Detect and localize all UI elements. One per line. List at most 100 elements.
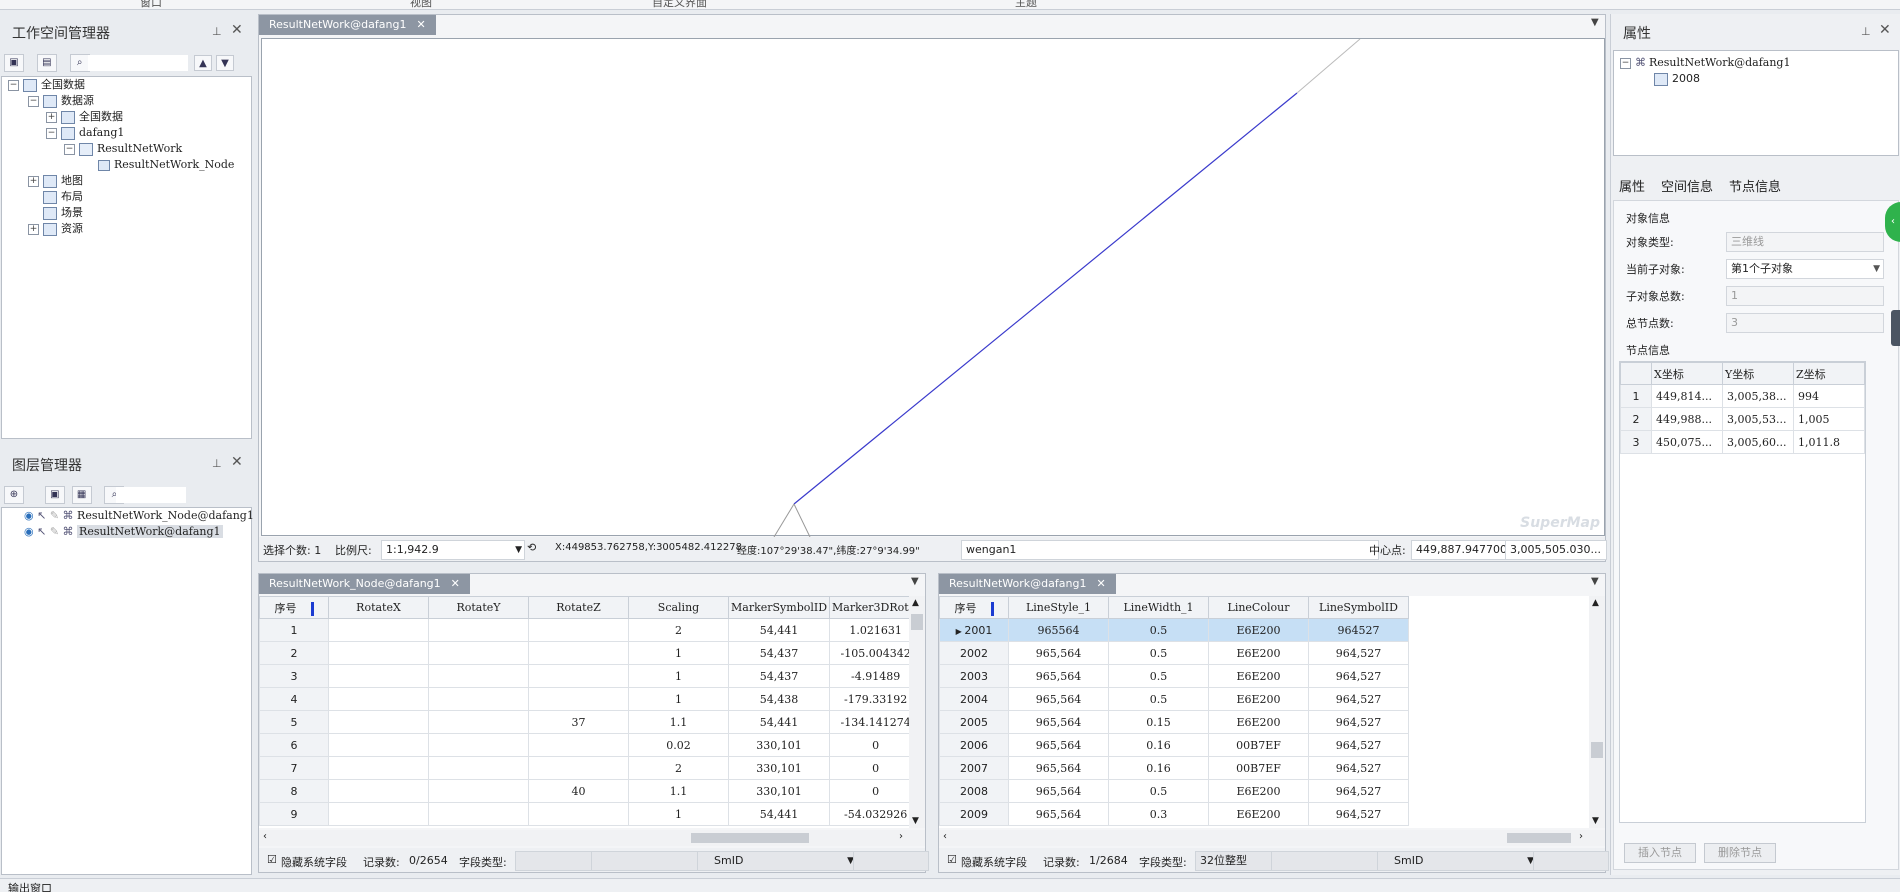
pin-icon[interactable]: ⊥: [1861, 25, 1871, 38]
row-number-cell[interactable]: 1: [1620, 384, 1652, 408]
tab-attributes[interactable]: 属性: [1619, 176, 1645, 195]
layer-group-icon[interactable]: ▦: [71, 486, 92, 504]
table-cell[interactable]: 0.5: [1108, 641, 1209, 665]
table-row[interactable]: 3 450,075... 3,005,60... 1,011.8: [1620, 430, 1865, 454]
selectable-icon[interactable]: ↖: [37, 509, 46, 522]
selectable-icon[interactable]: ↖: [37, 525, 46, 538]
tree-node[interactable]: − ⌘ ResultNetWork@dafang1: [1620, 55, 1790, 71]
table-cell[interactable]: 965,564: [1008, 756, 1109, 780]
table-cell[interactable]: [328, 687, 429, 711]
table-cell[interactable]: 2: [628, 618, 729, 642]
table-cell[interactable]: 1.021631: [829, 618, 923, 642]
table-cell[interactable]: [428, 756, 529, 780]
table-cell[interactable]: E6E200: [1208, 710, 1309, 734]
table-cell[interactable]: 965,564: [1008, 779, 1109, 803]
table-cell[interactable]: 00B7EF: [1208, 733, 1309, 757]
tab-list-dropdown-icon[interactable]: ▼: [1591, 17, 1599, 28]
table-cell[interactable]: 1: [628, 687, 729, 711]
table-cell[interactable]: 1.1: [628, 710, 729, 734]
row-number-cell[interactable]: 1: [259, 618, 329, 642]
pin-icon[interactable]: ⊥: [212, 457, 222, 470]
field-combo[interactable]: SmID ▼: [1377, 851, 1537, 871]
delete-node-button[interactable]: 删除节点: [1704, 843, 1776, 863]
hide-system-fields-checkbox[interactable]: ☑: [947, 853, 957, 866]
table-tab[interactable]: ResultNetWork_Node@dafang1 ✕: [259, 574, 470, 594]
table-cell[interactable]: 0.02: [628, 733, 729, 757]
map-tab[interactable]: ResultNetWork@dafang1 ✕: [259, 15, 436, 35]
table-row[interactable]: ▶ 2001 965564 0.5 E6E200 964527: [939, 618, 1409, 642]
table-cell[interactable]: [328, 779, 429, 803]
table-cell[interactable]: 964,527: [1308, 641, 1409, 665]
tab-node-info[interactable]: 节点信息: [1729, 176, 1781, 195]
table-cell[interactable]: 0: [829, 733, 923, 757]
table-cell[interactable]: 0.16: [1108, 733, 1209, 757]
scroll-thumb[interactable]: [1591, 742, 1603, 758]
table-cell[interactable]: 964,527: [1308, 710, 1409, 734]
table-cell[interactable]: 330,101: [727, 756, 831, 780]
table-cell[interactable]: 330,101: [727, 733, 831, 757]
table-cell[interactable]: E6E200: [1208, 641, 1309, 665]
table-cell[interactable]: 0.15: [1108, 710, 1209, 734]
menu-item-window[interactable]: 窗口: [140, 0, 162, 9]
table-cell[interactable]: [328, 641, 429, 665]
table-cell[interactable]: 37: [528, 710, 629, 734]
table-cell[interactable]: [428, 733, 529, 757]
tab-list-dropdown-icon[interactable]: ▼: [911, 576, 919, 587]
col-header[interactable]: X坐标: [1651, 362, 1723, 385]
row-number-cell[interactable]: ▶ 2001: [939, 618, 1009, 642]
row-number-cell[interactable]: 8: [259, 779, 329, 803]
center-y[interactable]: 3,005,505.030...: [1505, 540, 1607, 560]
expand-icon[interactable]: +: [46, 111, 57, 123]
layer-item[interactable]: ◉ ↖ ✎ ⌘ ResultNetWork@dafang1: [24, 524, 223, 540]
workspace-search-input[interactable]: [88, 55, 188, 71]
output-window-title[interactable]: 输出窗口: [8, 880, 52, 892]
table-cell[interactable]: 330,101: [727, 779, 831, 803]
table-cell[interactable]: 450,075...: [1651, 430, 1723, 454]
table-cell[interactable]: [528, 641, 629, 665]
col-header[interactable]: LineSymbolID: [1308, 596, 1409, 619]
table-cell[interactable]: [428, 710, 529, 734]
col-header[interactable]: RotateZ: [528, 596, 629, 619]
scroll-left-icon[interactable]: ‹: [943, 831, 947, 842]
tree-node[interactable]: 2008: [1654, 71, 1700, 87]
table-row[interactable]: 3 1 54,437 -4.91489: [259, 664, 923, 688]
copy-layer-icon[interactable]: ▣: [44, 486, 65, 504]
table-cell[interactable]: 1.1: [628, 779, 729, 803]
expand-icon[interactable]: +: [28, 175, 39, 187]
col-header[interactable]: RotateX: [328, 596, 429, 619]
table-cell[interactable]: -54.032926: [829, 802, 923, 826]
eye-icon[interactable]: ◉: [24, 509, 34, 522]
table-row[interactable]: 2004 965,564 0.5 E6E200 964,527: [939, 687, 1409, 711]
layer-search-input[interactable]: [116, 487, 186, 503]
hide-system-fields-checkbox[interactable]: ☑: [267, 853, 277, 866]
table-cell[interactable]: -179.33192: [829, 687, 923, 711]
scroll-thumb[interactable]: [1507, 833, 1571, 843]
map-canvas[interactable]: SuperMap: [261, 38, 1605, 537]
add-layer-icon[interactable]: ⊕: [4, 486, 24, 504]
col-header[interactable]: LineColour: [1208, 596, 1309, 619]
table-cell[interactable]: 0.5: [1108, 687, 1209, 711]
collapse-icon[interactable]: −: [64, 143, 75, 155]
field-combo[interactable]: SmID ▼: [697, 851, 857, 871]
table-cell[interactable]: 964,527: [1308, 779, 1409, 803]
menu-item-view[interactable]: 视图: [410, 0, 432, 9]
horizontal-scrollbar[interactable]: ‹ ›: [259, 830, 925, 846]
close-icon[interactable]: ✕: [231, 22, 243, 38]
table-row[interactable]: 2008 965,564 0.5 E6E200 964,527: [939, 779, 1409, 803]
table-cell[interactable]: 0: [829, 756, 923, 780]
table-cell[interactable]: -4.91489: [829, 664, 923, 688]
table-cell[interactable]: [428, 802, 529, 826]
save-icon[interactable]: ▤: [36, 54, 57, 72]
table-cell[interactable]: 54,437: [727, 664, 831, 688]
table-cell[interactable]: 54,441: [727, 802, 831, 826]
row-number-cell[interactable]: 2: [259, 641, 329, 665]
row-number-cell[interactable]: 2008: [939, 779, 1009, 803]
row-number-cell[interactable]: 2009: [939, 802, 1009, 826]
table-row[interactable]: 4 1 54,438 -179.33192: [259, 687, 923, 711]
search-icon[interactable]: ⌕: [69, 54, 90, 72]
table-cell[interactable]: [528, 733, 629, 757]
row-number-cell[interactable]: 9: [259, 802, 329, 826]
table-cell[interactable]: [528, 802, 629, 826]
table-cell[interactable]: [428, 779, 529, 803]
table-cell[interactable]: 1,005: [1793, 407, 1865, 431]
